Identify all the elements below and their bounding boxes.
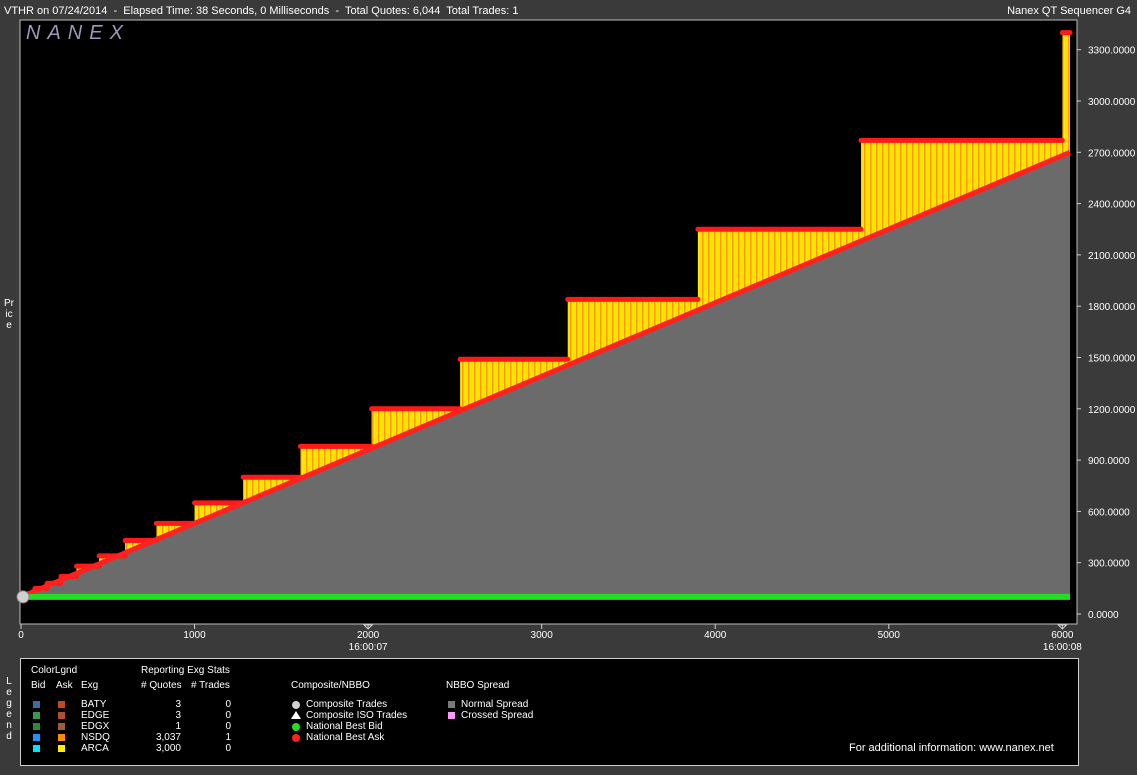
- y-tick-label: 2700.0000: [1088, 148, 1136, 159]
- exchange-trades: 0: [225, 743, 231, 754]
- exchange-quotes: 1: [175, 721, 181, 732]
- legend-panel: ColorLgnd Bid Ask Exg Reporting Exg Stat…: [20, 658, 1079, 766]
- spread-item: Crossed Spread: [461, 710, 534, 721]
- y-tick-label: 3000.0000: [1088, 97, 1136, 108]
- composite-item: Composite Trades: [306, 699, 388, 710]
- ask-step-fill: [1062, 32, 1070, 156]
- exchange-trades: 0: [225, 699, 231, 710]
- x-tick-label: 3000: [531, 630, 554, 641]
- bid-swatch: [33, 723, 40, 730]
- y-axis-label: Price: [4, 298, 14, 331]
- composite-item: National Best Ask: [306, 732, 385, 743]
- y-tick-label: 300.0000: [1088, 559, 1130, 570]
- composite-trade-marker: [16, 590, 30, 604]
- y-tick-label: 900.0000: [1088, 456, 1130, 467]
- exchange-quotes: 3: [175, 710, 181, 721]
- composite-trade-icon: [292, 701, 300, 709]
- y-tick-label: 600.0000: [1088, 507, 1130, 518]
- y-tick-label: 1200.0000: [1088, 405, 1136, 416]
- x-tick-label: 0: [18, 630, 24, 641]
- bid-swatch: [33, 712, 40, 719]
- y-tick-label: 1500.0000: [1088, 354, 1136, 365]
- composite-item: Composite ISO Trades: [306, 710, 408, 721]
- stats-title: Reporting Exg Stats: [141, 665, 230, 676]
- exchange-quotes: 3,037: [155, 732, 181, 743]
- col-bid: Bid: [31, 680, 46, 691]
- ask-swatch: [58, 712, 65, 719]
- ask-swatch: [58, 701, 65, 708]
- exchange-name: ARCA: [81, 743, 109, 754]
- y-tick-label: 2100.0000: [1088, 251, 1136, 262]
- legend-side-label: Legend: [6, 676, 12, 742]
- exchange-name: EDGX: [81, 721, 110, 732]
- info-text: For additional information: www.nanex.ne…: [849, 742, 1054, 754]
- col-trades: # Trades: [191, 680, 230, 691]
- exchange-name: EDGE: [81, 710, 110, 721]
- triangle-icon: [291, 711, 301, 719]
- color-legend-title: ColorLgnd: [31, 665, 78, 676]
- bid-dot-icon: [292, 723, 300, 731]
- x-tick-label: 4000: [704, 630, 727, 641]
- bid-swatch: [33, 745, 40, 752]
- bid-swatch: [33, 734, 40, 741]
- normal-spread-swatch: [448, 701, 455, 708]
- y-tick-label: 1800.0000: [1088, 302, 1136, 313]
- exchange-name: NSDQ: [81, 732, 110, 743]
- spread-title: NBBO Spread: [446, 680, 510, 691]
- x-tick-label: 2000: [357, 630, 380, 641]
- x-time-label: 16:00:08: [1043, 642, 1082, 653]
- x-tick-label: 6000: [1051, 630, 1074, 641]
- nanex-logo: NANEX: [26, 22, 130, 44]
- ask-swatch: [58, 723, 65, 730]
- bid-swatch: [33, 701, 40, 708]
- spread-item: Normal Spread: [461, 699, 529, 710]
- exchange-trades: 1: [225, 732, 231, 743]
- exchange-quotes: 3,000: [155, 743, 181, 754]
- exchange-name: BATY: [81, 699, 107, 710]
- ask-dot-icon: [292, 734, 300, 742]
- col-exg: Exg: [81, 680, 99, 691]
- col-quotes: # Quotes: [141, 680, 182, 691]
- ask-swatch: [58, 734, 65, 741]
- composite-item: National Best Bid: [306, 721, 383, 732]
- x-tick-label: 5000: [878, 630, 901, 641]
- exchange-quotes: 3: [175, 699, 181, 710]
- col-ask: Ask: [56, 680, 73, 691]
- crossed-spread-swatch: [448, 712, 455, 719]
- y-tick-label: 2400.0000: [1088, 200, 1136, 211]
- composite-title: Composite/NBBO: [291, 680, 370, 691]
- exchange-trades: 0: [225, 710, 231, 721]
- x-time-label: 16:00:07: [349, 642, 388, 653]
- y-tick-label: 3300.0000: [1088, 46, 1136, 57]
- x-tick-label: 1000: [183, 630, 206, 641]
- price-chart: 0.0000 300.0000 600.0000 900.0000 1200.0000 1…: [16, 19, 1136, 653]
- y-tick-label: 0.0000: [1088, 610, 1119, 621]
- exchange-trades: 0: [225, 721, 231, 732]
- ask-swatch: [58, 745, 65, 752]
